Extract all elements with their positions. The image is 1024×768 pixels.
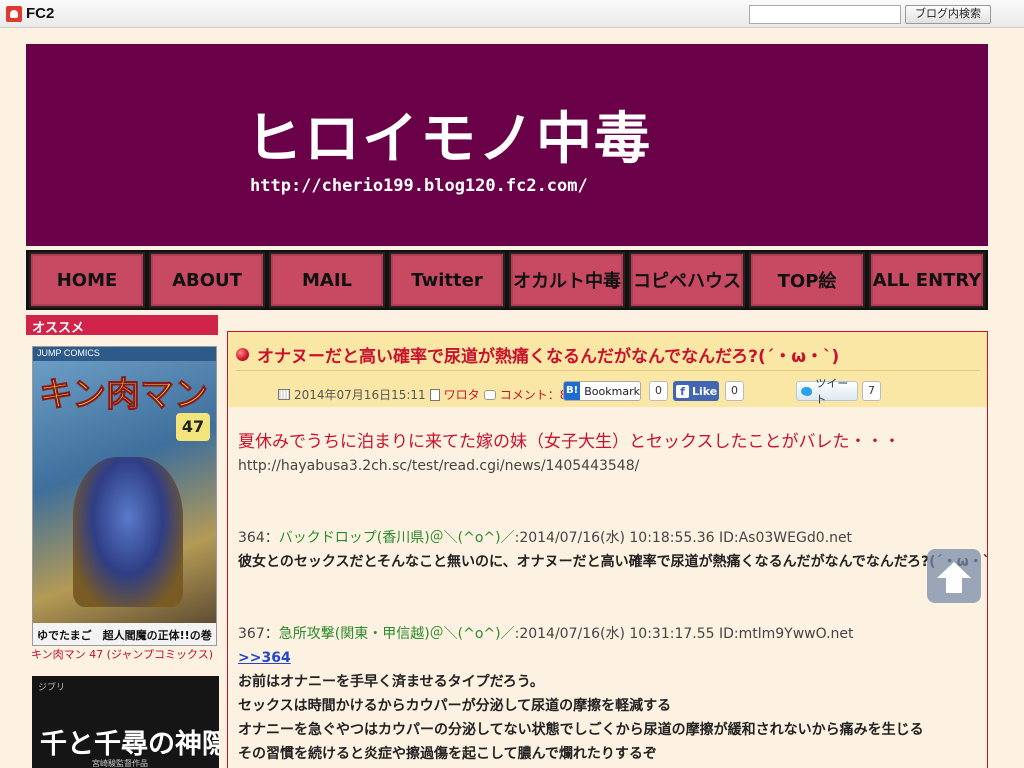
fc2-logo-text: FC2 xyxy=(26,5,55,22)
cover-title: キン肉マン xyxy=(39,375,209,416)
sidebar-heading: オススメ xyxy=(26,315,218,336)
recommend-cover-kinnikuman[interactable]: JUMP COMICS キン肉マン 47 ゆでたまご 超人閻魔の正体!!の巻 xyxy=(32,346,217,646)
main-nav: HOME ABOUT MAIL Twitter オカルト中毒 コピペハウス TO… xyxy=(26,250,988,310)
res-header: 367：急所攻撃(関東・甲信越)＠＼(^o^)／:2014/07/16(水) 1… xyxy=(238,622,983,646)
post-meta: 2014年07月16日15:11 ワロタ コメント：8 xyxy=(278,386,567,403)
res-number: 364： xyxy=(238,530,279,546)
arrow-up-icon-stem xyxy=(946,577,962,593)
hatena-bookmark-button[interactable]: B! Bookmark xyxy=(563,381,641,401)
post-date: 2014年07月16日15:11 xyxy=(294,388,426,402)
cover-volume: 47 xyxy=(176,413,210,441)
nav-top-art[interactable]: TOP絵 xyxy=(749,252,865,308)
tweet-button[interactable]: ツイート xyxy=(796,377,858,406)
divider xyxy=(236,370,980,371)
scroll-to-top-button[interactable] xyxy=(927,549,981,603)
comment-icon xyxy=(483,389,496,400)
bullet-icon xyxy=(236,348,249,361)
twitter-bird-icon xyxy=(801,386,813,396)
res-header: 364：バックドロップ(香川県)＠＼(^o^)／:2014/07/16(水) 1… xyxy=(238,526,983,550)
blog-search-button[interactable]: ブログ内検索 xyxy=(905,5,991,24)
res-text-line: オナニーを急ぐやつはカウパーの分泌してない状態でしごくから尿道の摩擦が緩和されな… xyxy=(238,722,924,738)
recommend-cover-spirited-away[interactable]: ジブリ 千と千尋の神隠し 宮崎駿監督作品 xyxy=(32,676,219,768)
hatena-count: 0 xyxy=(649,381,668,401)
res-text-line: その習慣を続けると炎症や擦過傷を起こして膿んで爛れたりするぞ xyxy=(238,746,657,762)
tweet-label: ツイート xyxy=(815,377,849,406)
cover-title: 千と千尋の神隠し xyxy=(40,729,219,760)
res-text-line: お前はオナニーを手早く済ませるタイプだろう。 xyxy=(238,674,544,690)
nav-mail[interactable]: MAIL xyxy=(269,252,385,308)
res-info: :2014/07/16(水) 10:31:17.55 ID:mtlm9YwwO.… xyxy=(514,626,854,642)
res-text-line: セックスは時間かけるからカウパーが分泌して尿道の摩擦を軽減する xyxy=(238,698,672,714)
hatena-label: Bookmark xyxy=(584,384,640,398)
blog-banner[interactable]: ヒロイモノ中毒 http://cherio199.blog120.fc2.com… xyxy=(26,44,988,246)
post-body: 夏休みでうちに泊まりに来てた嫁の妹（女子大生）とセックスしたことがバレた・・・ … xyxy=(238,430,988,766)
post-headline: 夏休みでうちに泊まりに来てた嫁の妹（女子大生）とセックスしたことがバレた・・・ xyxy=(238,432,901,452)
nav-about[interactable]: ABOUT xyxy=(149,252,265,308)
fc2-toolbar: FC2 ブログ内検索 xyxy=(0,0,1024,28)
nav-twitter[interactable]: Twitter xyxy=(389,252,505,308)
post-header: オナヌーだと高い確率で尿道が熱痛くなるんだがなんでなんだろ?(´・ω・`) 20… xyxy=(228,332,987,407)
source-url: http://hayabusa3.2ch.sc/test/read.cgi/ne… xyxy=(238,458,640,474)
tweet-count: 7 xyxy=(862,381,881,401)
post-comments[interactable]: コメント：8 xyxy=(500,386,568,403)
res-number: 367： xyxy=(238,626,279,642)
facebook-icon: f xyxy=(676,384,689,398)
fc2-logo-icon xyxy=(6,5,22,22)
blog-url: http://cherio199.blog120.fc2.com/ xyxy=(250,176,588,196)
res-anchor-link[interactable]: >>364 xyxy=(238,646,983,670)
calendar-icon xyxy=(278,389,290,400)
blog-title: ヒロイモノ中毒 xyxy=(246,107,652,172)
nav-occult[interactable]: オカルト中毒 xyxy=(509,252,625,308)
nav-all-entry[interactable]: ALL ENTRY xyxy=(869,252,985,308)
post-title-text: オナヌーだと高い確率で尿道が熱痛くなるんだがなんでなんだろ?(´・ω・`) xyxy=(257,347,840,367)
facebook-label: Like xyxy=(692,384,718,398)
res-name: バックドロップ(香川県)＠＼(^o^)／ xyxy=(278,530,515,546)
facebook-like-button[interactable]: f Like xyxy=(673,381,719,401)
res-info: :2014/07/16(水) 10:18:55.36 ID:As03WEGd0.… xyxy=(514,530,853,546)
nav-copipe[interactable]: コピペハウス xyxy=(629,252,745,308)
res-text: 彼女とのセックスだとそんなこと無いのに、オナヌーだと高い確率で尿道が熱痛くなるん… xyxy=(238,554,988,570)
post-title[interactable]: オナヌーだと高い確率で尿道が熱痛くなるんだがなんでなんだろ?(´・ω・`) xyxy=(236,342,839,367)
res-name: 急所攻撃(関東・甲信越)＠＼(^o^)／ xyxy=(278,626,515,642)
cover-label: JUMP COMICS xyxy=(33,347,216,361)
arrow-up-icon xyxy=(937,562,971,578)
cover-subtitle: 宮崎駿監督作品 xyxy=(92,759,148,768)
cover-author: ゆでたまご 超人閻魔の正体!!の巻 xyxy=(33,623,216,645)
blog-search-input[interactable] xyxy=(749,5,901,24)
hatena-icon: B! xyxy=(564,382,581,400)
fc2-logo[interactable]: FC2 xyxy=(6,5,54,22)
facebook-count: 0 xyxy=(725,381,744,401)
blog-post: オナヌーだと高い確率で尿道が熱痛くなるんだがなんでなんだろ?(´・ω・`) 20… xyxy=(227,331,988,768)
recommend-caption-kinnikuman[interactable]: キン肉マン 47 (ジャンプコミックス) xyxy=(26,646,218,662)
category-icon xyxy=(429,388,440,401)
cover-label: ジブリ xyxy=(38,683,66,693)
nav-home[interactable]: HOME xyxy=(29,252,145,308)
cover-illustration xyxy=(73,457,183,607)
post-category[interactable]: ワロタ xyxy=(444,386,480,403)
